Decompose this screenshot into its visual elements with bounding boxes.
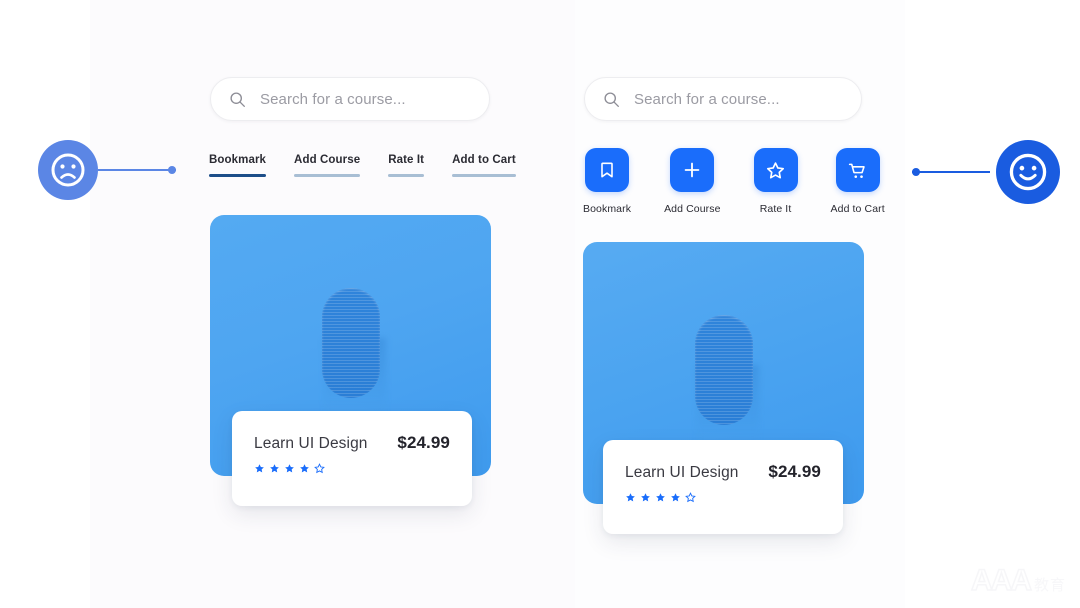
product-info-card: Learn UI Design $24.99 — [232, 411, 472, 506]
star-empty-icon — [685, 492, 696, 503]
search-bar-left[interactable]: Search for a course... — [210, 77, 490, 121]
icon-action-buttons: Bookmark Add Course Rate It Add to Cart — [583, 148, 885, 215]
product-price: $24.99 — [768, 462, 821, 481]
text-link-underline — [388, 174, 425, 177]
left-connector-line — [98, 166, 176, 174]
star-empty-icon — [314, 463, 325, 474]
star-filled-icon — [254, 463, 265, 474]
icon-button-rate-it[interactable]: Rate It — [753, 148, 798, 215]
product-title: Learn UI Design — [254, 435, 368, 452]
star-filled-icon — [284, 463, 295, 474]
product-info-card: Learn UI Design $24.99 — [603, 440, 843, 534]
text-link-underline — [452, 174, 516, 177]
search-input-left[interactable]: Search for a course... — [260, 91, 406, 108]
happy-face-icon — [996, 140, 1060, 204]
product-card-right[interactable]: Learn UI Design $24.99 — [583, 242, 864, 534]
sad-face-icon — [38, 140, 98, 200]
icon-button-label: Add Course — [664, 203, 721, 215]
text-link-label: Bookmark — [209, 154, 267, 166]
star-filled-icon — [640, 492, 651, 503]
star-filled-icon — [299, 463, 310, 474]
icon-button-label: Rate It — [759, 203, 792, 215]
search-icon — [229, 91, 246, 108]
icon-button-label: Bookmark — [583, 203, 632, 215]
text-action-links: Bookmark Add Course Rate It Add to Cart — [209, 154, 516, 177]
text-link-bookmark[interactable]: Bookmark — [209, 154, 267, 177]
watermark-primary: AAA — [970, 563, 1033, 598]
star-icon — [753, 148, 798, 192]
search-input-right[interactable]: Search for a course... — [634, 91, 780, 108]
right-variant-marker — [912, 140, 1060, 204]
star-filled-icon — [670, 492, 681, 503]
text-link-label: Rate It — [388, 154, 425, 166]
capsule-graphic — [321, 288, 386, 443]
product-price: $24.99 — [397, 433, 450, 452]
product-title: Learn UI Design — [625, 464, 739, 481]
star-filled-icon — [269, 463, 280, 474]
watermark-secondary: 教育 — [1033, 577, 1066, 594]
text-link-label: Add Course — [294, 154, 361, 166]
text-link-add-course[interactable]: Add Course — [294, 154, 361, 177]
left-variant-marker — [38, 140, 176, 200]
text-link-add-to-cart[interactable]: Add to Cart — [452, 154, 516, 177]
cart-icon — [835, 148, 880, 192]
bookmark-icon — [585, 148, 630, 192]
text-link-underline — [209, 174, 267, 177]
watermark: AAA 教育 — [970, 563, 1066, 598]
search-bar-right[interactable]: Search for a course... — [584, 77, 862, 121]
icon-button-add-to-cart[interactable]: Add to Cart — [831, 148, 885, 215]
product-card-left[interactable]: Learn UI Design $24.99 — [210, 215, 491, 506]
icon-button-bookmark[interactable]: Bookmark — [583, 148, 631, 215]
icon-button-add-course[interactable]: Add Course — [664, 148, 720, 215]
text-link-rate-it[interactable]: Rate It — [388, 154, 425, 177]
icon-button-label: Add to Cart — [830, 203, 885, 215]
star-filled-icon — [625, 492, 636, 503]
comparison-canvas: Search for a course... Search for a cour… — [0, 0, 1080, 608]
product-rating-stars — [625, 492, 821, 503]
right-connector-line — [912, 168, 990, 176]
product-rating-stars — [254, 463, 450, 474]
capsule-graphic — [694, 315, 759, 470]
search-icon — [603, 91, 620, 108]
text-link-underline — [294, 174, 361, 177]
text-link-label: Add to Cart — [452, 154, 516, 166]
plus-icon — [670, 148, 715, 192]
star-filled-icon — [655, 492, 666, 503]
